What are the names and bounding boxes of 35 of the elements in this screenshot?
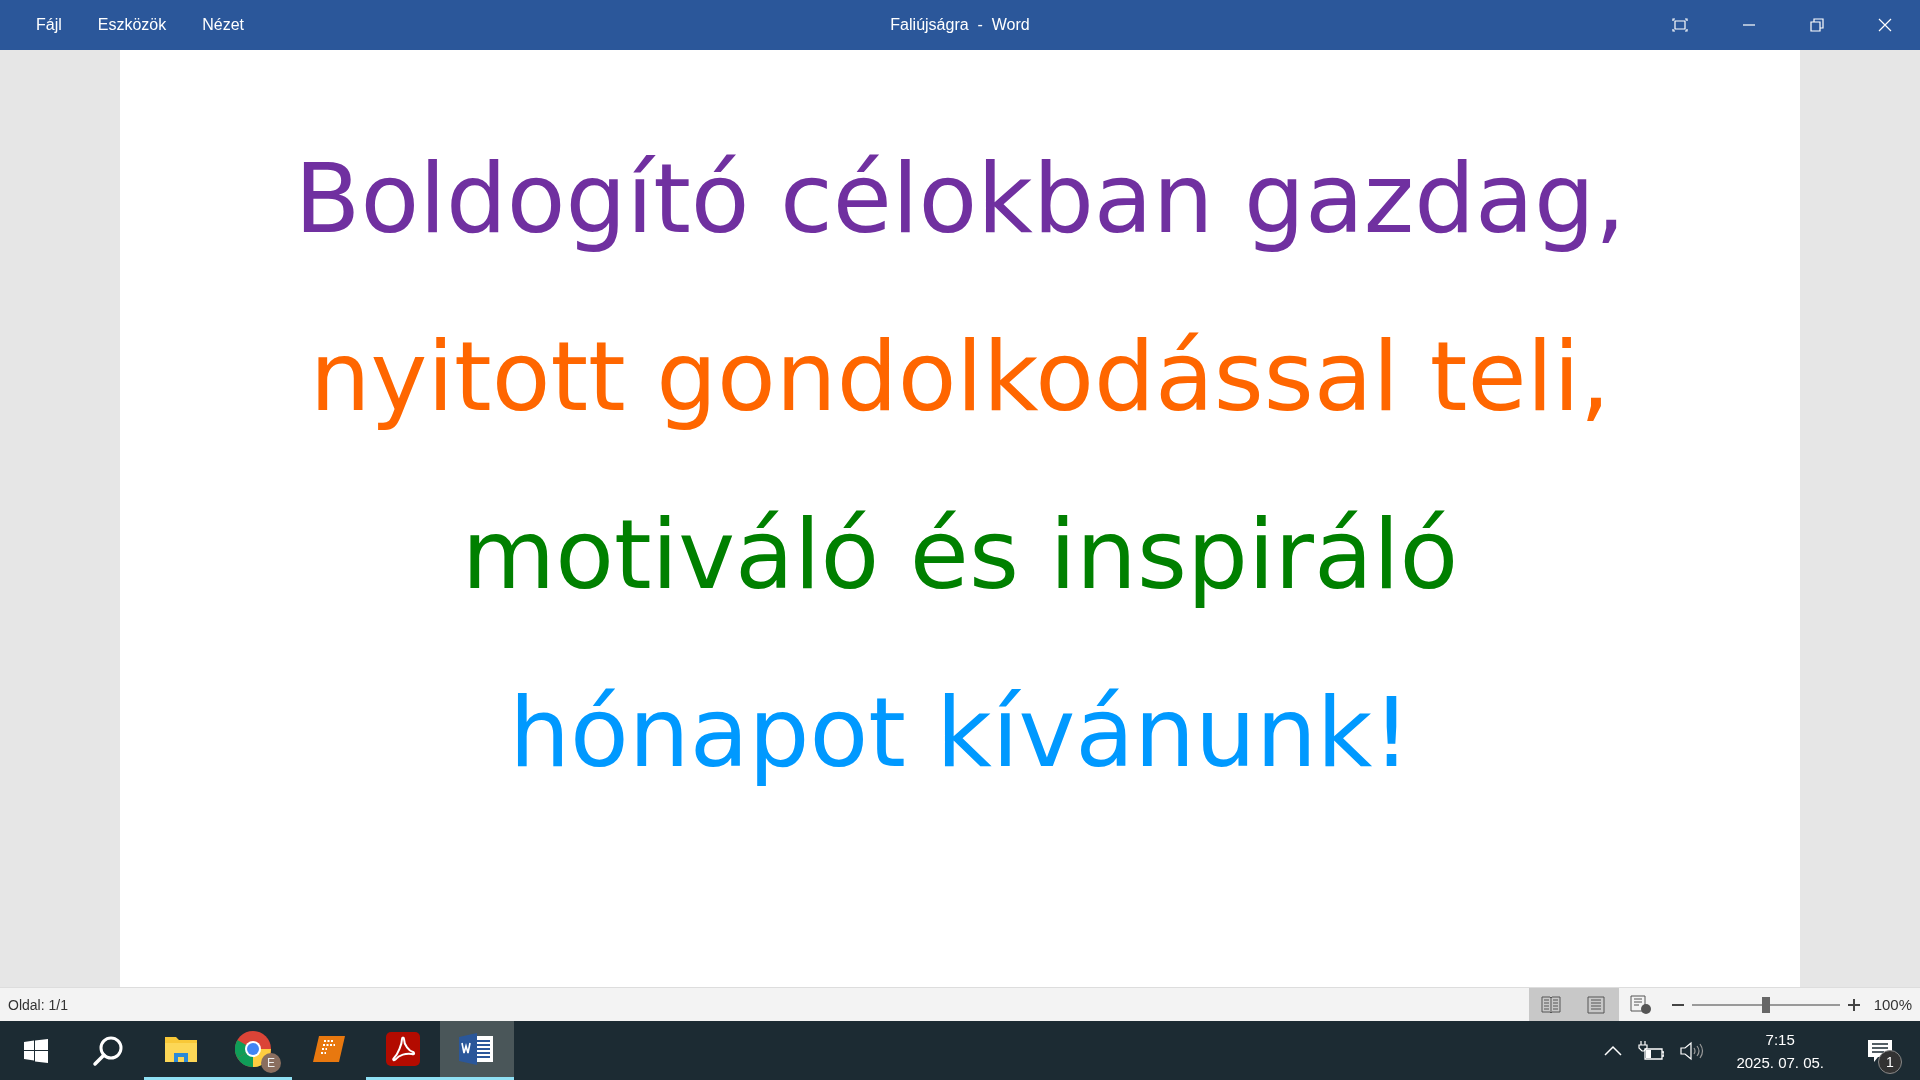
- text-line: nyitott gondolkodással teli,: [309, 320, 1611, 435]
- profile-badge: E: [261, 1053, 281, 1073]
- clock-date[interactable]: 2025. 07. 05.: [1736, 1053, 1824, 1071]
- word-processor-icon: [459, 1033, 495, 1065]
- taskbar-app[interactable]: [440, 1021, 514, 1080]
- notification-button[interactable]: 1: [1856, 1021, 1904, 1080]
- focus-mode-icon[interactable]: [1672, 18, 1688, 32]
- window-title: Faliújságra - Word: [890, 16, 1030, 34]
- text-line: Boldogító célokban gazdag,: [294, 142, 1626, 257]
- restore-icon[interactable]: [1810, 18, 1824, 32]
- zoom-in-icon[interactable]: [1847, 998, 1860, 1011]
- menu-item[interactable]: Nézet: [184, 10, 263, 40]
- windows-icon: [24, 1038, 48, 1063]
- speaker-icon[interactable]: [1680, 1040, 1705, 1061]
- open-book-icon: [1541, 995, 1562, 1014]
- folder-icon: [164, 1035, 198, 1063]
- app-icon: [312, 1034, 346, 1064]
- zoom-slider-thumb[interactable]: [1761, 996, 1770, 1013]
- read-view-button[interactable]: [1528, 988, 1574, 1021]
- zoom-level[interactable]: 100%: [1867, 996, 1920, 1013]
- clock-time[interactable]: 7:15: [1765, 1030, 1795, 1048]
- battery-icon[interactable]: [1638, 1040, 1665, 1061]
- page-count: Oldal: 1/1: [7, 996, 68, 1013]
- menu-item[interactable]: Fájl: [18, 10, 80, 40]
- menu-item[interactable]: Eszközök: [79, 10, 185, 40]
- search-icon: [92, 1034, 124, 1067]
- chevron-up-icon[interactable]: [1604, 1044, 1623, 1057]
- close-icon[interactable]: [1878, 18, 1892, 32]
- notification-count: 1: [1878, 1050, 1902, 1074]
- pdf-reader-icon: [386, 1032, 420, 1066]
- page-globe-icon: [1630, 994, 1653, 1015]
- text-line: hónapot kívánunk!: [509, 676, 1411, 791]
- page-lines-icon: [1586, 995, 1607, 1014]
- taskbar-app[interactable]: E: [218, 1021, 292, 1080]
- text-line: motiváló és inspiráló: [461, 498, 1459, 613]
